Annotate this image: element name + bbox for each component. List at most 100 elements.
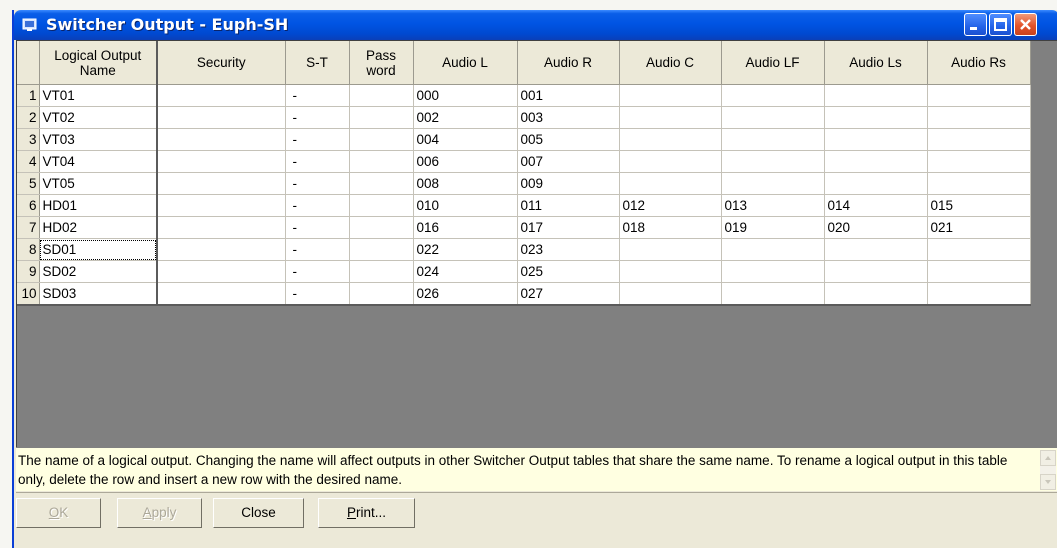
audio-r-cell[interactable]: 027	[517, 282, 620, 306]
row-number[interactable]: 7	[17, 216, 40, 239]
audio-rs-cell[interactable]	[927, 238, 1031, 261]
column-header-audio-l[interactable]: Audio L	[413, 41, 518, 85]
table-row[interactable]: 7 HD02 - 016 017 018 019 020 021	[17, 216, 1031, 239]
ok-button[interactable]: OK	[16, 498, 101, 528]
st-cell[interactable]: -	[285, 172, 350, 195]
audio-l-cell[interactable]: 000	[413, 84, 518, 107]
close-button[interactable]: Close	[213, 498, 304, 528]
st-cell[interactable]: -	[285, 128, 350, 151]
column-header-audio-ls[interactable]: Audio Ls	[824, 41, 928, 85]
audio-l-cell[interactable]: 026	[413, 282, 518, 306]
print-button[interactable]: Print...	[318, 498, 415, 528]
audio-rs-cell[interactable]: 015	[927, 194, 1031, 217]
table-row[interactable]: 1 VT01 - 000 001	[17, 84, 1031, 107]
name-cell[interactable]: HD01	[39, 194, 158, 217]
audio-lf-cell[interactable]	[721, 106, 825, 129]
audio-ls-cell[interactable]	[824, 106, 928, 129]
audio-r-cell[interactable]: 009	[517, 172, 620, 195]
audio-c-cell[interactable]	[619, 238, 722, 261]
audio-ls-cell[interactable]	[824, 282, 928, 306]
column-header-name[interactable]: Logical Output Name	[39, 41, 158, 85]
security-cell[interactable]	[157, 84, 286, 107]
audio-r-cell[interactable]: 023	[517, 238, 620, 261]
security-cell[interactable]	[157, 172, 286, 195]
column-header-password[interactable]: Pass word	[349, 41, 414, 85]
table-row[interactable]: 6 HD01 - 010 011 012 013 014 015	[17, 194, 1031, 217]
security-cell[interactable]	[157, 216, 286, 239]
table-row[interactable]: 4 VT04 - 006 007	[17, 150, 1031, 173]
audio-rs-cell[interactable]	[927, 84, 1031, 107]
audio-c-cell[interactable]: 018	[619, 216, 722, 239]
table-row[interactable]: 2 VT02 - 002 003	[17, 106, 1031, 129]
password-cell[interactable]	[349, 106, 414, 129]
audio-l-cell[interactable]: 008	[413, 172, 518, 195]
security-cell[interactable]	[157, 128, 286, 151]
security-cell[interactable]	[157, 106, 286, 129]
audio-rs-cell[interactable]	[927, 260, 1031, 283]
audio-c-cell[interactable]	[619, 150, 722, 173]
audio-c-cell[interactable]	[619, 106, 722, 129]
help-scrollbar[interactable]	[1040, 450, 1056, 490]
row-number[interactable]: 9	[17, 260, 40, 283]
audio-ls-cell[interactable]	[824, 128, 928, 151]
audio-r-cell[interactable]: 011	[517, 194, 620, 217]
audio-ls-cell[interactable]	[824, 238, 928, 261]
audio-l-cell[interactable]: 016	[413, 216, 518, 239]
row-number[interactable]: 4	[17, 150, 40, 173]
audio-rs-cell[interactable]	[927, 172, 1031, 195]
st-cell[interactable]: -	[285, 260, 350, 283]
name-cell[interactable]: SD02	[39, 260, 158, 283]
st-cell[interactable]: -	[285, 238, 350, 261]
password-cell[interactable]	[349, 194, 414, 217]
name-cell[interactable]: SD03	[39, 282, 158, 306]
audio-l-cell[interactable]: 010	[413, 194, 518, 217]
security-cell[interactable]	[157, 282, 286, 306]
audio-r-cell[interactable]: 001	[517, 84, 620, 107]
st-cell[interactable]: -	[285, 194, 350, 217]
audio-r-cell[interactable]: 017	[517, 216, 620, 239]
column-header-corner[interactable]	[17, 41, 40, 85]
audio-ls-cell[interactable]	[824, 260, 928, 283]
security-cell[interactable]	[157, 238, 286, 261]
audio-c-cell[interactable]	[619, 260, 722, 283]
audio-rs-cell[interactable]: 021	[927, 216, 1031, 239]
audio-lf-cell[interactable]	[721, 282, 825, 306]
audio-rs-cell[interactable]	[927, 282, 1031, 306]
table-row[interactable]: 5 VT05 - 008 009	[17, 172, 1031, 195]
audio-c-cell[interactable]	[619, 282, 722, 306]
scroll-down-button[interactable]	[1040, 474, 1056, 490]
audio-lf-cell[interactable]	[721, 238, 825, 261]
st-cell[interactable]: -	[285, 282, 350, 306]
audio-r-cell[interactable]: 025	[517, 260, 620, 283]
column-header-st[interactable]: S-T	[285, 41, 350, 85]
audio-rs-cell[interactable]	[927, 128, 1031, 151]
audio-ls-cell[interactable]	[824, 150, 928, 173]
audio-ls-cell[interactable]	[824, 84, 928, 107]
name-cell[interactable]: VT03	[39, 128, 158, 151]
row-number[interactable]: 6	[17, 194, 40, 217]
row-number[interactable]: 5	[17, 172, 40, 195]
table-row[interactable]: 8 SD01 - 022 023	[17, 238, 1031, 261]
name-cell[interactable]: SD01	[39, 238, 158, 261]
maximize-button[interactable]	[989, 13, 1012, 36]
name-cell[interactable]: VT01	[39, 84, 158, 107]
password-cell[interactable]	[349, 84, 414, 107]
st-cell[interactable]: -	[285, 216, 350, 239]
audio-r-cell[interactable]: 007	[517, 150, 620, 173]
table-row[interactable]: 10 SD03 - 026 027	[17, 282, 1031, 306]
audio-lf-cell[interactable]: 019	[721, 216, 825, 239]
row-number[interactable]: 10	[17, 282, 40, 306]
audio-ls-cell[interactable]: 020	[824, 216, 928, 239]
audio-lf-cell[interactable]	[721, 84, 825, 107]
audio-r-cell[interactable]: 005	[517, 128, 620, 151]
audio-l-cell[interactable]: 006	[413, 150, 518, 173]
password-cell[interactable]	[349, 260, 414, 283]
row-number[interactable]: 1	[17, 84, 40, 107]
password-cell[interactable]	[349, 172, 414, 195]
audio-lf-cell[interactable]	[721, 150, 825, 173]
password-cell[interactable]	[349, 216, 414, 239]
row-number[interactable]: 8	[17, 238, 40, 261]
audio-c-cell[interactable]	[619, 84, 722, 107]
audio-c-cell[interactable]	[619, 172, 722, 195]
close-window-button[interactable]	[1014, 13, 1037, 36]
